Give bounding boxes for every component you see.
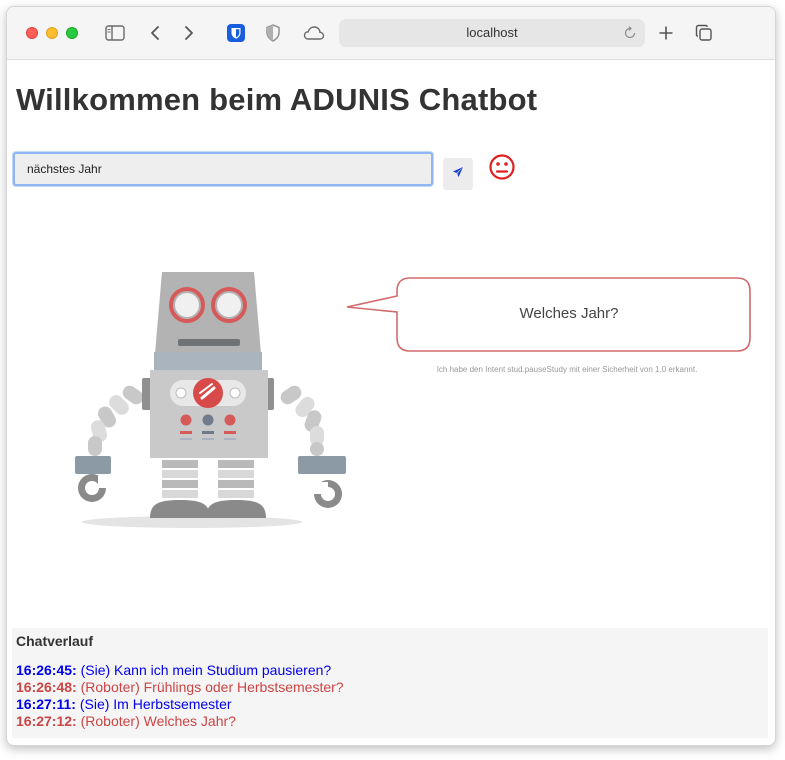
message-row: 16:26:48: (Roboter) Frühlings oder Herbs… [16, 679, 344, 696]
message-text: (Roboter) Welches Jahr? [80, 713, 236, 729]
cloud-icon[interactable] [303, 21, 325, 45]
plus-icon[interactable] [658, 21, 674, 45]
minimize-window-button[interactable] [46, 27, 58, 39]
message-list: 16:26:45: (Sie) Kann ich mein Studium pa… [16, 662, 344, 730]
bubble-text: Welches Jahr? [519, 305, 619, 322]
chat-input[interactable] [15, 154, 431, 184]
chevron-left-icon[interactable] [150, 21, 160, 45]
message-time: 16:26:45: [16, 662, 77, 678]
page-content: Willkommen beim ADUNIS Chatbot nächstes … [7, 60, 775, 745]
sidebar-icon[interactable] [105, 21, 125, 45]
tab-overview-icon[interactable] [695, 21, 713, 45]
reload-icon[interactable] [623, 24, 637, 45]
paper-plane-icon [452, 165, 464, 183]
message-text: (Sie) Kann ich mein Studium pausieren? [80, 662, 332, 678]
message-row: 16:27:11: (Sie) Im Herbstsemester [16, 696, 344, 713]
message-row: 16:27:12: (Roboter) Welches Jahr? [16, 713, 344, 730]
address-text: localhost [466, 25, 518, 40]
neutral-face-icon [488, 153, 516, 186]
chat-history-title: Chatverlauf [16, 633, 94, 649]
browser-toolbar: localhost [7, 7, 775, 60]
page-title: Willkommen beim ADUNIS Chatbot [16, 82, 538, 117]
chat-input-field[interactable] [13, 152, 433, 186]
half-shield-icon[interactable] [265, 21, 281, 45]
message-row: 16:26:45: (Sie) Kann ich mein Studium pa… [16, 662, 344, 679]
message-text: (Sie) Im Herbstsemester [79, 696, 232, 712]
intent-info: Ich habe den Intent stud.pauseStudy mit … [436, 365, 698, 374]
chat-history: Chatverlauf 16:26:45: (Sie) Kann ich mei… [12, 628, 768, 738]
close-window-button[interactable] [26, 27, 38, 39]
browser-window: localhost Willkommen beim ADUNIS Chatbot [6, 6, 776, 746]
message-time: 16:26:48: [16, 679, 77, 695]
message-time: 16:27:12: [16, 713, 77, 729]
message-time: 16:27:11: [16, 696, 76, 712]
message-text: (Roboter) Frühlings oder Herbstsemester? [80, 679, 344, 695]
chevron-right-icon[interactable] [184, 21, 194, 45]
send-button[interactable] [443, 158, 473, 190]
shield-icon[interactable] [227, 21, 245, 45]
zoom-window-button[interactable] [66, 27, 78, 39]
robot-illustration [75, 272, 346, 528]
address-bar[interactable]: localhost [339, 19, 645, 47]
